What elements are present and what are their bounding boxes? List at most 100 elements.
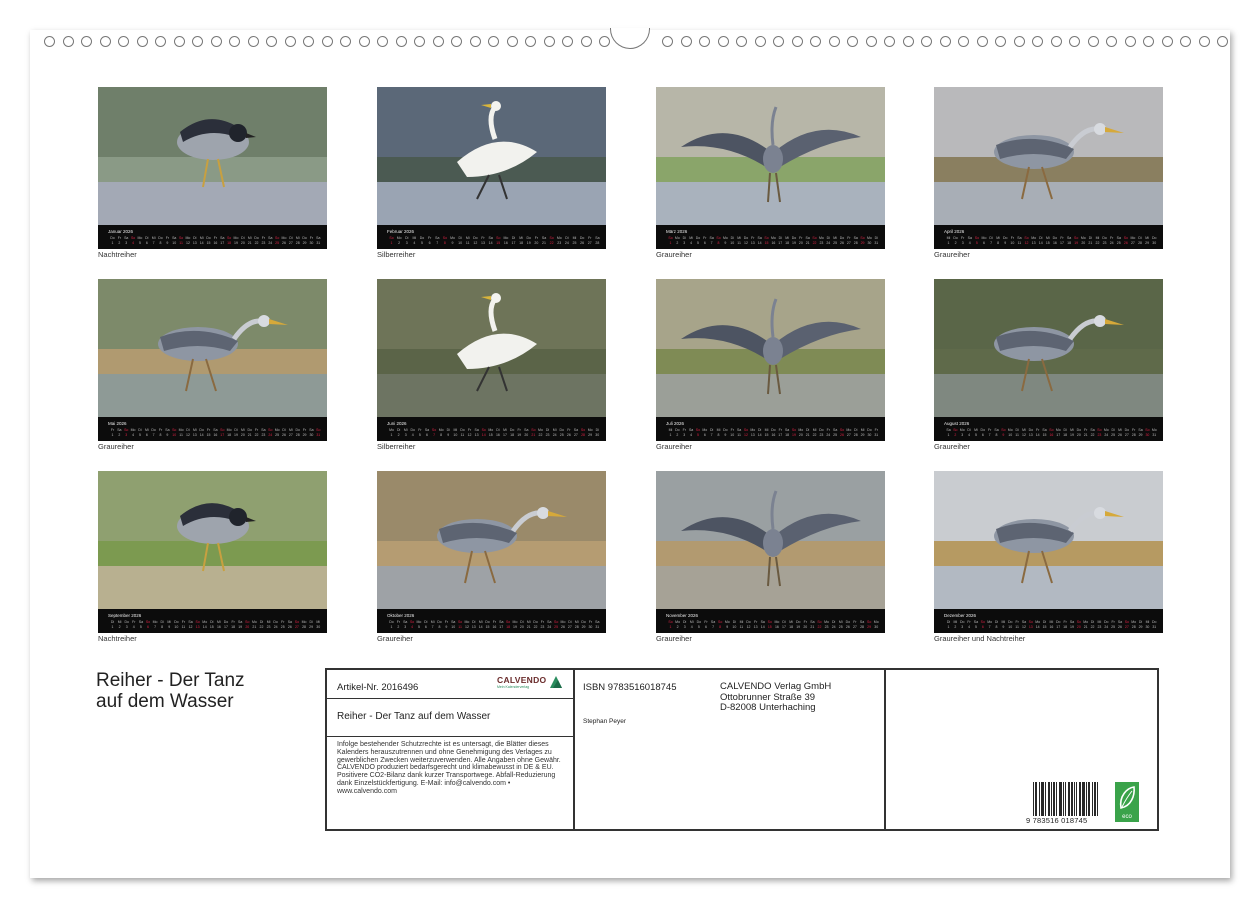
weekday: Mo xyxy=(750,428,756,432)
day-number: 20 xyxy=(534,241,539,245)
day-number: 9 xyxy=(1002,625,1005,629)
day-number: 14 xyxy=(202,625,207,629)
weekday: Do xyxy=(795,620,801,624)
day-number: 14 xyxy=(1035,625,1040,629)
month-calendar-strip: Juni 2026 Mo Di Mi Do Fr Sa So Mo Di Mi Do Fr Sa So Mo D… xyxy=(377,417,606,441)
day-number: 28 xyxy=(595,241,600,245)
weekday: Mi xyxy=(1045,236,1050,240)
weekday: Mi xyxy=(151,236,156,240)
photo-caption: Nachtreiher xyxy=(98,250,137,259)
day-number: 10 xyxy=(174,625,179,629)
day-number: 19 xyxy=(1074,241,1079,245)
day-number: 9 xyxy=(724,433,727,437)
weekday: So xyxy=(145,620,151,624)
weekday-row: So Mo Di Mi Do Fr Sa So Mo Di Mi Do Fr Sa So Mo Di Mi Do Fr… xyxy=(668,620,879,624)
binding-ring xyxy=(884,36,895,47)
day-number: 2 xyxy=(954,625,957,629)
weekday: Mi xyxy=(1070,428,1074,432)
day-number: 28 xyxy=(1138,241,1142,245)
weekday: Do xyxy=(791,236,797,240)
day-number: 1 xyxy=(111,241,114,245)
day-number: 4 xyxy=(413,241,416,245)
day-number: 24 xyxy=(826,241,831,245)
author-name: Stephan Peyer xyxy=(583,718,627,725)
weekday: So xyxy=(764,236,769,240)
weekday: So xyxy=(226,236,232,240)
weekday: Mo xyxy=(1131,620,1137,624)
weekday: Di xyxy=(396,428,401,432)
weekday: Sa xyxy=(287,620,292,624)
weekday: Do xyxy=(581,620,586,624)
weekday: Do xyxy=(1007,620,1013,624)
day-number: 22 xyxy=(533,625,538,629)
day-number: 11 xyxy=(1015,625,1019,629)
day-number: 16 xyxy=(1052,241,1057,245)
binding-ring xyxy=(414,36,425,47)
weekday: Do xyxy=(1124,428,1130,432)
photo-caption: Graureiher xyxy=(98,442,134,451)
weekday: So xyxy=(316,428,321,432)
weekday: Do xyxy=(419,236,425,240)
day-number: 24 xyxy=(547,625,552,629)
binding-ring xyxy=(1161,36,1173,47)
weekday: Sa xyxy=(117,428,122,432)
weekday: Sa xyxy=(1069,620,1075,624)
day-number: 7 xyxy=(710,433,713,437)
day-number: 6 xyxy=(982,241,985,245)
weekday: Do xyxy=(1104,620,1109,624)
barcode-bar xyxy=(1076,782,1077,816)
day-number: 26 xyxy=(1118,625,1122,629)
weekday: Fr xyxy=(254,428,259,432)
binding-ring xyxy=(1013,36,1025,47)
day-number: 26 xyxy=(840,433,844,437)
day-number: 10 xyxy=(730,241,735,245)
binding-ring xyxy=(939,36,951,47)
day-number-row: 1 2 3 4 5 6 7 8 9 10 11 12 13 14 15 16 17 18 19 20 21 22 23 24 2… xyxy=(946,625,1157,629)
day-number: 13 xyxy=(753,625,758,629)
weekday: Sa xyxy=(261,428,266,432)
barcode-bar xyxy=(1079,782,1080,816)
weekday: Fr xyxy=(181,620,186,624)
day-number: 26 xyxy=(566,433,571,437)
heron-photo xyxy=(98,279,327,417)
barcode-bar xyxy=(1033,782,1034,816)
weekday: So xyxy=(668,236,673,240)
day-number: 7 xyxy=(710,241,713,245)
weekday: Mi xyxy=(167,620,172,624)
weekday: Mo xyxy=(987,620,993,624)
weekday: Do xyxy=(867,428,872,432)
photo-caption: Graureiher xyxy=(656,250,692,259)
day-number: 17 xyxy=(782,625,786,629)
day-number-row: 1 2 3 4 5 6 7 8 9 10 11 12 13 14 15 16 17 18 19 20 21 22 23 24 2… xyxy=(110,433,321,437)
weekday: Di xyxy=(1138,620,1143,624)
weekday: So xyxy=(1049,428,1054,432)
weekday: Mo xyxy=(824,620,829,624)
day-number: 10 xyxy=(172,433,177,437)
weekday: Sa xyxy=(541,236,547,240)
weekday: Mo xyxy=(202,620,208,624)
month-label: Dezember 2026 xyxy=(944,613,977,618)
day-number: 23 xyxy=(819,433,824,437)
weekday: So xyxy=(980,620,985,624)
weekday-row: Di Mi Do Fr Sa So Mo Di Mi Do Fr Sa So Mo Di Mi Do Fr Sa So… xyxy=(946,620,1157,624)
day-number: 30 xyxy=(595,433,600,437)
day-number: 29 xyxy=(860,433,865,437)
month-label: Oktober 2026 xyxy=(387,613,415,618)
day-number: 13 xyxy=(195,625,200,629)
weekday: Di xyxy=(289,236,293,240)
weekday: Di xyxy=(520,620,524,624)
weekday: Sa xyxy=(547,620,552,624)
day-number: 4 xyxy=(968,241,971,245)
day-number: 2 xyxy=(676,241,679,245)
day-number: 20 xyxy=(245,625,250,629)
weekday: Mi xyxy=(689,620,694,624)
weekday: Mi xyxy=(1145,620,1150,624)
weekday: Sa xyxy=(994,428,999,432)
calvendo-logo-icon xyxy=(550,676,562,688)
month-label: Februar 2026 xyxy=(387,229,415,234)
day-number: 12 xyxy=(746,625,751,629)
barcode-bar xyxy=(1063,782,1064,816)
day-number: 16 xyxy=(492,625,497,629)
binding-ring xyxy=(266,36,277,47)
weekday: Di xyxy=(806,428,810,432)
